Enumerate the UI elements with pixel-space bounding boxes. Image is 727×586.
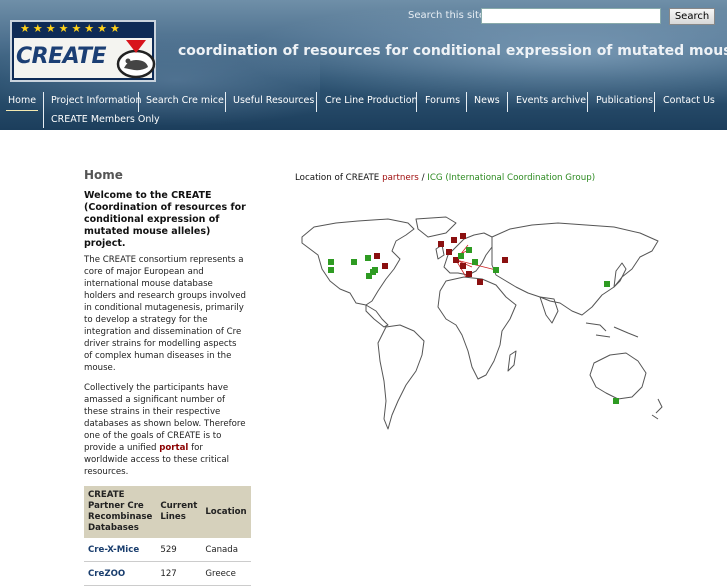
world-map [301, 216, 663, 430]
nav-create-members-only[interactable]: CREATE Members Only [51, 111, 160, 130]
partner-marker[interactable] [460, 263, 466, 269]
goals-paragraph: Collectively the participants have amass… [84, 382, 246, 478]
icg-marker[interactable] [466, 247, 472, 253]
partner-marker[interactable] [466, 271, 472, 277]
nav-divider [466, 92, 467, 112]
partner-marker[interactable] [477, 279, 483, 285]
icg-marker[interactable] [365, 255, 371, 261]
africa-outline [437, 276, 517, 380]
nav-home[interactable]: Home [8, 92, 36, 112]
nav-divider [225, 92, 226, 112]
central-america-outline [365, 304, 389, 328]
search-input[interactable] [481, 8, 661, 24]
search-label: Search this site: [408, 10, 489, 21]
greenland-outline [415, 216, 457, 238]
nav-divider [416, 92, 417, 112]
welcome-heading: Welcome to the CREATE (Coordination of r… [84, 190, 246, 249]
location-value: Canada [201, 538, 251, 562]
mouse-logo-icon [116, 40, 156, 79]
nav-divider [507, 92, 508, 112]
nav-divider [654, 92, 655, 112]
north-america-outline [301, 218, 415, 306]
icg-label: ICG (International Coordination Group) [427, 173, 596, 183]
madagascar-outline [507, 350, 517, 372]
column-header-databases: CREATE Partner Cre Recombinase Databases [84, 486, 157, 538]
partner-marker[interactable] [460, 233, 466, 239]
partner-marker[interactable] [446, 249, 452, 255]
nav-cre-line-production[interactable]: Cre Line Production [325, 92, 418, 112]
logo-text: CREATE [16, 44, 107, 69]
nav-divider [138, 92, 139, 112]
icg-marker[interactable] [604, 281, 610, 287]
column-header-current-lines: Current Lines [156, 486, 202, 538]
continent-outlines [301, 216, 663, 430]
new-zealand-outline [651, 398, 663, 420]
icg-marker[interactable] [472, 259, 478, 265]
icg-marker[interactable] [328, 259, 334, 265]
table-header-row: CREATE Partner Cre Recombinase Databases… [84, 486, 251, 538]
column-header-location: Location [201, 486, 251, 538]
partner-marker[interactable] [451, 237, 457, 243]
partner-marker[interactable] [374, 253, 380, 259]
logo-stars-icon: ★★★★★★★★ [20, 22, 123, 35]
nav-news[interactable]: News [474, 92, 500, 112]
australia-outline [589, 352, 647, 400]
nav-forums[interactable]: Forums [425, 92, 460, 112]
nav-events-archive[interactable]: Events archive [516, 92, 586, 112]
partner-markers [374, 233, 508, 285]
nav-useful-resources[interactable]: Useful Resources [233, 92, 314, 112]
current-lines-value: 127 [156, 561, 202, 586]
table-row: CreZOO 127 Greece [84, 561, 251, 586]
icg-marker[interactable] [370, 269, 376, 275]
nav-active-indicator [6, 110, 38, 111]
nav-publications[interactable]: Publications [596, 92, 653, 112]
asia-outline [491, 222, 659, 316]
icg-marker[interactable] [351, 259, 357, 265]
icg-marker[interactable] [493, 267, 499, 273]
map-caption-text: Location of CREATE [295, 173, 380, 183]
nav-divider [587, 92, 588, 112]
nav-project-information[interactable]: Project Information [51, 92, 142, 112]
nav-divider [316, 92, 317, 112]
location-value: Greece [201, 561, 251, 586]
caption-separator: / [421, 173, 425, 183]
table-row: Cre-X-Mice 529 Canada [84, 538, 251, 562]
icg-marker[interactable] [458, 253, 464, 259]
page-title: Home [84, 168, 123, 182]
uk-outline [435, 244, 445, 260]
site-title: coordination of resources for conditiona… [178, 43, 727, 59]
current-lines-value: 529 [156, 538, 202, 562]
intro-paragraph: The CREATE consortium represents a core … [84, 255, 246, 373]
nav-divider [43, 112, 44, 128]
icg-markers [328, 247, 619, 404]
nav-divider [43, 92, 44, 112]
icg-marker[interactable] [328, 267, 334, 273]
create-logo[interactable]: ★★★★★★★★ CREATE [10, 20, 156, 82]
southeast-asia-islands-outline [585, 322, 639, 338]
partner-databases-table: CREATE Partner Cre Recombinase Databases… [84, 486, 251, 586]
icg-marker[interactable] [613, 398, 619, 404]
partner-marker[interactable] [382, 263, 388, 269]
database-name-link[interactable]: Cre-X-Mice [84, 538, 157, 562]
main-navigation: Home Project Information Search Cre mice… [0, 92, 727, 130]
main-content: Home Welcome to the CREATE (Coordination… [84, 168, 251, 586]
south-america-outline [377, 324, 425, 430]
nav-contact-us[interactable]: Contact Us [663, 92, 715, 112]
partner-marker[interactable] [502, 257, 508, 263]
portal-link[interactable]: portal [159, 443, 188, 453]
database-name-link[interactable]: CreZOO [84, 561, 157, 586]
search-button[interactable]: Search [669, 8, 715, 25]
nav-search-cre-mice[interactable]: Search Cre mice [146, 92, 224, 112]
partners-label: partners [382, 173, 419, 183]
partner-marker[interactable] [438, 241, 444, 247]
site-header: Search this site: Search ★★★★★★★★ CREATE… [0, 0, 727, 130]
map-caption: Location of CREATE partners / ICG (Inter… [295, 173, 595, 183]
